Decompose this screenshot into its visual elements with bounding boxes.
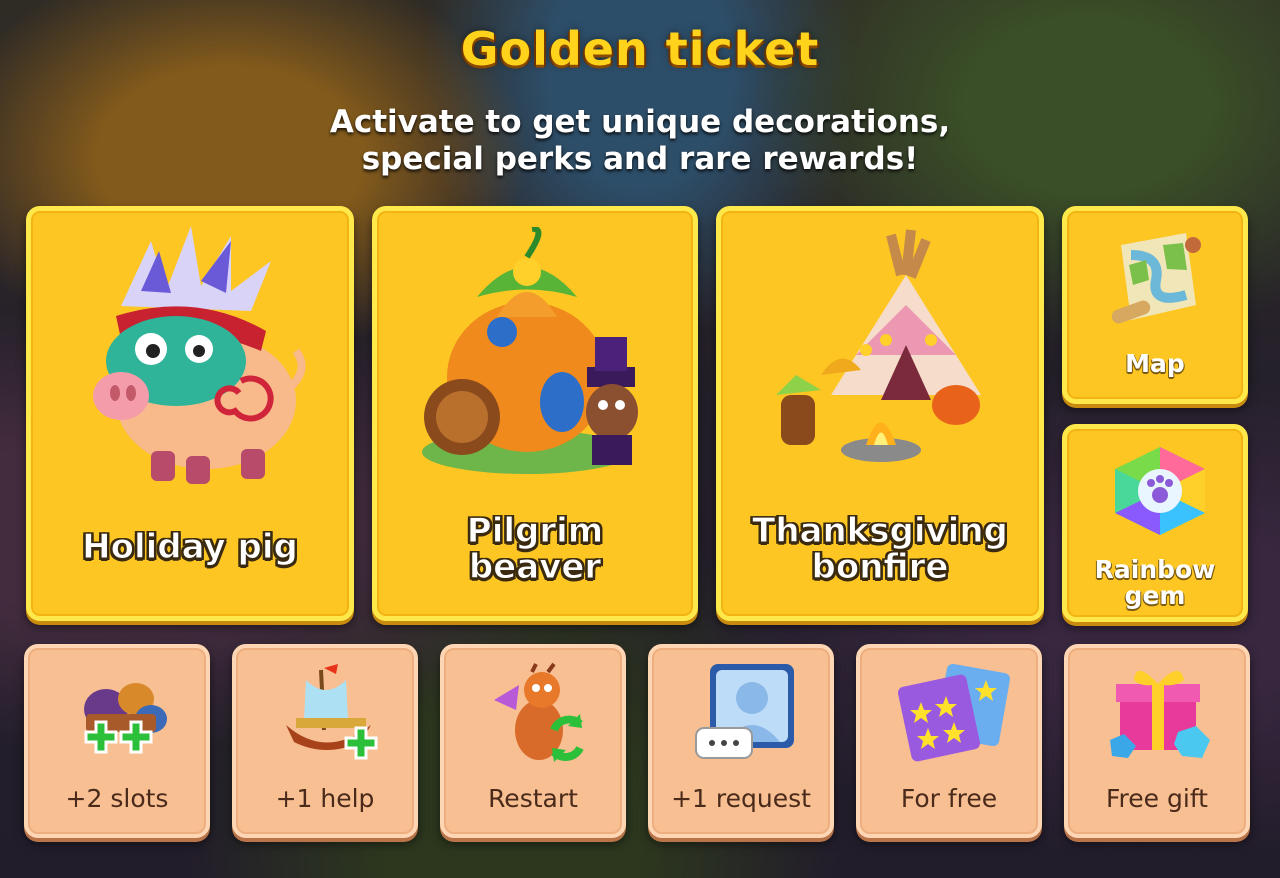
- perk-tile-free-gift[interactable]: Free gift: [1064, 644, 1250, 838]
- holiday-pig-icon: [81, 221, 311, 491]
- reward-card-pilgrim-beaver[interactable]: Pilgrim beaver: [372, 206, 698, 621]
- reward-card-thanksgiving-bonfire[interactable]: Thanksgiving bonfire: [716, 206, 1044, 621]
- perk-label: Free gift: [1106, 784, 1208, 813]
- dragon-restart-icon: [484, 660, 594, 768]
- reward-label: Thanksgiving bonfire: [752, 511, 1009, 587]
- perk-tile-for-free[interactable]: For free: [856, 644, 1042, 838]
- reward-card-holiday-pig[interactable]: Holiday pig: [26, 206, 354, 621]
- reward-label: Map: [1125, 349, 1185, 378]
- reward-label: Pilgrim beaver: [466, 511, 604, 587]
- thanksgiving-bonfire-icon: [761, 225, 1011, 485]
- slots-icon: [66, 664, 176, 764]
- reward-card-map[interactable]: Map: [1062, 206, 1248, 404]
- star-cards-icon: [896, 662, 1011, 762]
- ship-help-icon: [276, 660, 386, 764]
- reward-card-rainbow-gem[interactable]: Rainbow gem: [1062, 424, 1248, 622]
- page-subtitle: Activate to get unique decorations, spec…: [329, 104, 951, 177]
- reward-label: Rainbow gem: [1094, 555, 1216, 610]
- perk-tile-request[interactable]: +1 request: [648, 644, 834, 838]
- gift-box-icon: [1106, 660, 1216, 764]
- perk-tile-help[interactable]: +1 help: [232, 644, 418, 838]
- pilgrim-beaver-icon: [417, 227, 667, 487]
- rainbow-gem-icon: [1107, 443, 1213, 539]
- perk-tile-restart[interactable]: Restart: [440, 644, 626, 838]
- perk-label: For free: [900, 784, 998, 813]
- perk-tile-slots[interactable]: +2 slots: [24, 644, 210, 838]
- perk-label: Restart: [488, 784, 578, 813]
- perk-label: +1 request: [671, 784, 811, 813]
- reward-label: Holiday pig: [82, 527, 299, 567]
- page-title: Golden ticket: [460, 22, 820, 76]
- perk-label: +1 help: [275, 784, 375, 813]
- request-avatar-icon: [694, 662, 804, 762]
- perk-label: +2 slots: [65, 784, 169, 813]
- map-scroll-icon: [1101, 225, 1211, 335]
